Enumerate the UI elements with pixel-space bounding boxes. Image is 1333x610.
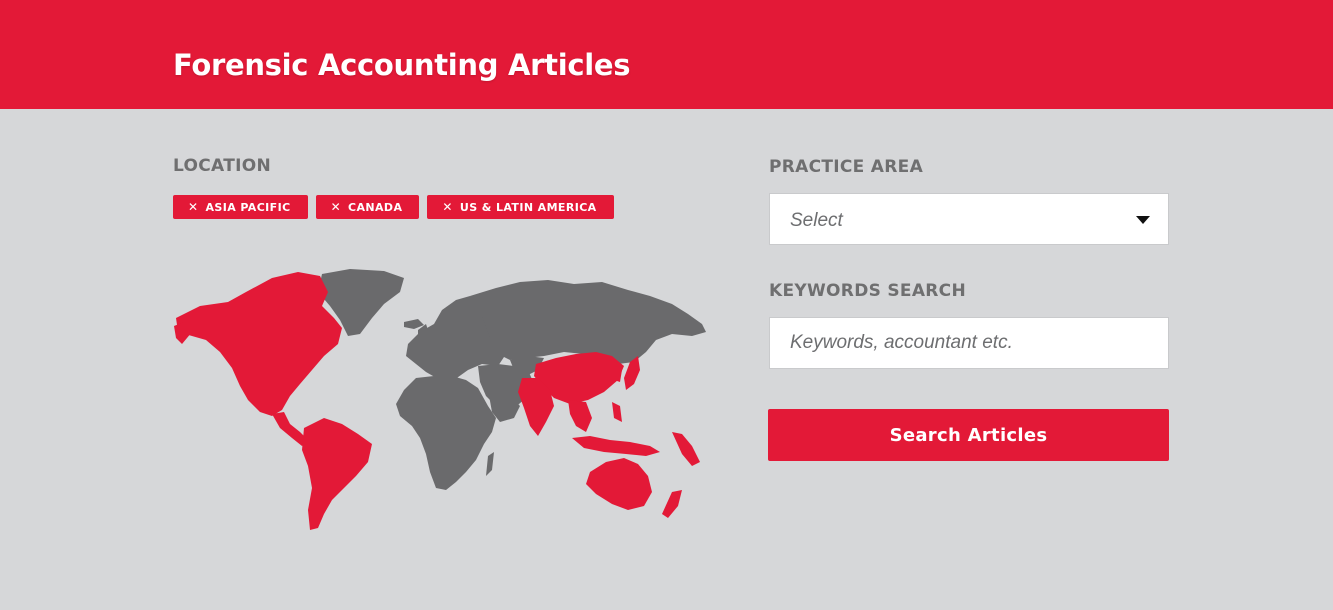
map-region-indonesia[interactable] bbox=[572, 436, 660, 456]
caret-down-icon[interactable] bbox=[1136, 216, 1150, 224]
map-region-philippines[interactable] bbox=[612, 402, 622, 422]
chip-label: US & LATIN AMERICA bbox=[459, 200, 597, 214]
close-icon[interactable]: ✕ bbox=[188, 201, 198, 213]
location-chips: ✕ ASIA PACIFIC ✕ CANADA ✕ US & LATIN AME… bbox=[173, 195, 614, 219]
map-region-africa[interactable] bbox=[396, 376, 496, 490]
map-region-australia[interactable] bbox=[586, 458, 652, 510]
close-icon[interactable]: ✕ bbox=[331, 201, 341, 213]
map-region-south-america[interactable] bbox=[302, 418, 372, 530]
map-region-russia[interactable] bbox=[470, 280, 706, 364]
practice-area-label: PRACTICE AREA bbox=[769, 157, 924, 177]
practice-area-value: Select bbox=[790, 210, 843, 231]
keywords-label: KEYWORDS SEARCH bbox=[769, 281, 966, 301]
page-title: Forensic Accounting Articles bbox=[173, 48, 631, 82]
chip-asia-pacific[interactable]: ✕ ASIA PACIFIC bbox=[173, 195, 308, 219]
practice-area-select[interactable]: Select bbox=[769, 193, 1169, 245]
page-header: Forensic Accounting Articles bbox=[0, 0, 1333, 109]
map-region-north-america[interactable] bbox=[176, 272, 342, 416]
map-region-southeast-asia[interactable] bbox=[568, 400, 592, 432]
chip-label: ASIA PACIFIC bbox=[205, 200, 291, 214]
keywords-input[interactable] bbox=[769, 317, 1169, 369]
map-region-pacific-islands[interactable] bbox=[672, 432, 700, 466]
location-label: LOCATION bbox=[173, 156, 271, 176]
close-icon[interactable]: ✕ bbox=[442, 201, 452, 213]
map-region-korea[interactable] bbox=[614, 370, 622, 382]
map-region-iceland[interactable] bbox=[404, 319, 424, 329]
chip-canada[interactable]: ✕ CANADA bbox=[315, 195, 420, 219]
map-region-new-zealand[interactable] bbox=[662, 490, 682, 518]
map-region-central-america[interactable] bbox=[272, 412, 308, 446]
chip-us-latin-america[interactable]: ✕ US & LATIN AMERICA bbox=[427, 195, 614, 219]
search-articles-button[interactable]: Search Articles bbox=[768, 409, 1169, 461]
chip-label: CANADA bbox=[348, 200, 403, 214]
world-map[interactable] bbox=[172, 266, 708, 534]
map-region-madagascar[interactable] bbox=[486, 452, 494, 476]
